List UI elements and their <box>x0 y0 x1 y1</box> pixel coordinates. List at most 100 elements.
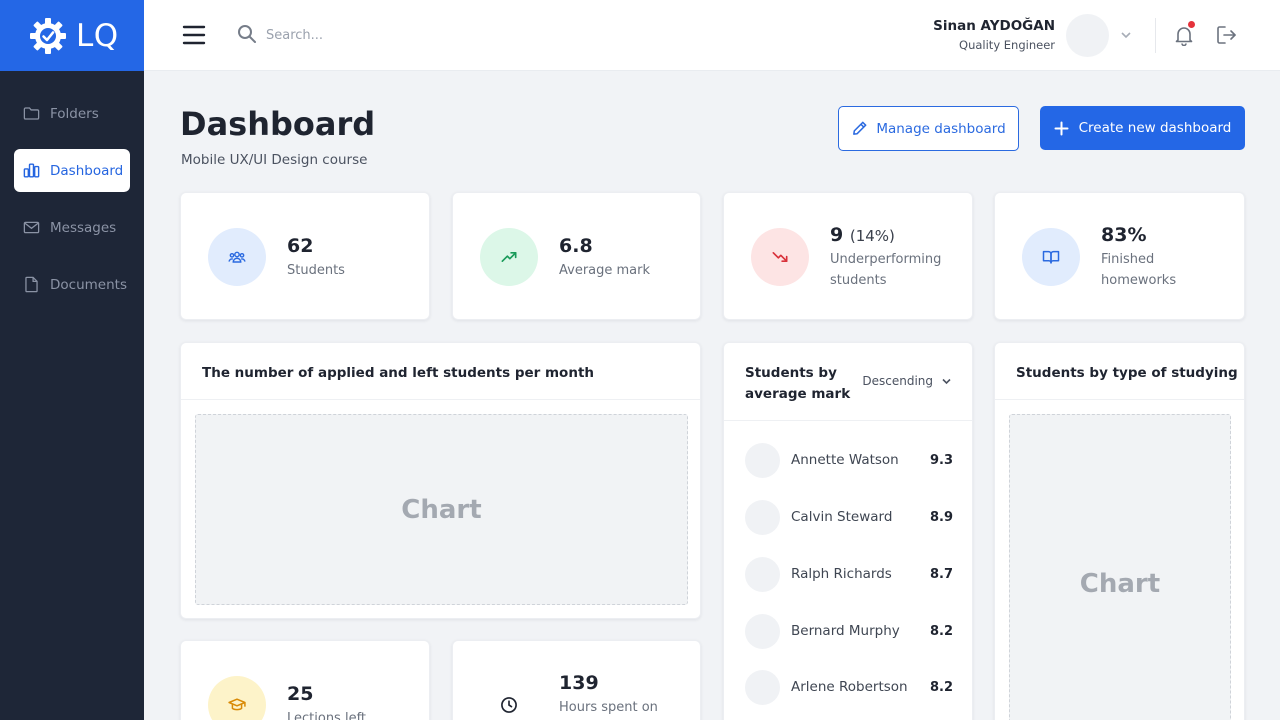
student-mark: 8.2 <box>929 623 953 639</box>
gear-check-icon <box>30 17 66 54</box>
stat-card-hours: 139 Hours spent on <box>452 640 701 720</box>
student-name: Calvin Steward <box>791 509 893 525</box>
stat-icon-bg <box>480 676 538 720</box>
users-icon <box>228 251 246 263</box>
chevron-down-icon <box>942 378 951 384</box>
manage-dashboard-label: Manage dashboard <box>876 120 1006 137</box>
plus-icon <box>1054 121 1069 135</box>
avatar <box>745 669 780 705</box>
divider <box>724 420 972 421</box>
list-item[interactable]: Calvin Steward 8.9 <box>745 499 953 535</box>
stat-value: 62 <box>287 235 314 257</box>
stat-icon-bg <box>480 228 538 286</box>
study-type-chart-card: Students by type of studying Chart <box>994 342 1245 720</box>
clock-icon <box>501 697 517 713</box>
sidebar-item-dashboard[interactable]: Dashboard <box>14 149 130 192</box>
logout-icon[interactable] <box>1216 25 1238 45</box>
divider <box>995 399 1244 400</box>
sidebar-item-label: Documents <box>50 276 127 293</box>
sidebar-item-folders[interactable]: Folders <box>14 92 130 135</box>
book-icon <box>1042 250 1060 264</box>
chart-placeholder: Chart <box>1009 414 1231 720</box>
card-title: Students by average mark <box>745 365 851 402</box>
applied-students-chart-card: The number of applied and left students … <box>180 342 701 619</box>
stat-card-average-mark: 6.8 Average mark <box>452 192 701 320</box>
stat-icon-bg <box>208 676 266 720</box>
list-item[interactable]: Ralph Richards 8.7 <box>745 556 953 592</box>
students-by-mark-card: Students by average mark Descending Anne… <box>723 342 973 720</box>
stat-value: 25 <box>287 683 314 705</box>
search-input[interactable] <box>266 22 526 48</box>
user-name: Sinan AYDOĞAN <box>933 18 1055 34</box>
stat-percent: (14%) <box>849 227 895 245</box>
sort-label: Descending <box>862 374 933 388</box>
student-mark: 8.7 <box>929 566 953 582</box>
student-mark: 9.3 <box>929 452 953 468</box>
card-title: The number of applied and left students … <box>202 365 595 381</box>
divider <box>1155 18 1156 53</box>
stat-label: Finished homeworks <box>1101 252 1177 288</box>
chart-placeholder: Chart <box>195 414 688 605</box>
sidebar-item-documents[interactable]: Documents <box>14 263 130 306</box>
stat-label: Average mark <box>559 263 651 278</box>
list-item[interactable]: Arlene Robertson 8.2 <box>745 669 953 705</box>
stat-label: Lections left <box>287 711 367 720</box>
document-icon <box>25 276 38 293</box>
sidebar-item-messages[interactable]: Messages <box>14 206 130 249</box>
student-name: Annette Watson <box>791 452 899 468</box>
avatar <box>745 556 780 592</box>
avatar <box>745 442 780 478</box>
divider <box>181 399 700 400</box>
card-title: Students by type of studying <box>1016 365 1238 381</box>
logo[interactable]: LQ <box>0 0 144 71</box>
trending-up-icon <box>501 252 517 262</box>
list-item[interactable]: Annette Watson 9.3 <box>745 442 953 478</box>
chevron-down-icon[interactable] <box>1119 28 1133 42</box>
logo-text: LQ <box>76 17 119 54</box>
sort-select[interactable]: Descending <box>862 374 952 388</box>
stat-value: 6.8 <box>559 235 593 257</box>
folder-icon <box>23 107 40 120</box>
student-name: Arlene Robertson <box>791 679 908 695</box>
stat-label: Underperforming students <box>830 252 942 288</box>
user-role: Quality Engineer <box>959 38 1055 52</box>
top-bar: Sinan AYDOĞAN Quality Engineer <box>144 0 1280 71</box>
stat-icon-bg <box>1022 228 1080 286</box>
student-name: Ralph Richards <box>791 566 892 582</box>
manage-dashboard-button[interactable]: Manage dashboard <box>838 106 1019 151</box>
pencil-icon <box>853 121 867 135</box>
stat-label: Hours spent on <box>559 700 658 715</box>
graduation-cap-icon <box>228 698 246 711</box>
stat-card-lections: 25 Lections left <box>180 640 430 720</box>
avatar <box>745 613 780 649</box>
stat-label: Students <box>287 263 345 278</box>
bar-chart-icon <box>23 163 40 178</box>
student-mark: 8.2 <box>929 679 953 695</box>
sidebar-item-label: Folders <box>50 105 99 122</box>
sidebar: LQ Folders Dashboard Messages Documents <box>0 0 144 720</box>
stat-card-students: 62 Students <box>180 192 430 320</box>
notification-dot <box>1188 21 1195 28</box>
stat-value: 83% <box>1101 224 1147 246</box>
sidebar-item-label: Messages <box>50 219 117 236</box>
stat-card-homeworks: 83% Finished homeworks <box>994 192 1245 320</box>
stat-value: 9 (14%) <box>830 224 895 246</box>
hamburger-menu-icon[interactable] <box>182 24 206 46</box>
stat-value: 139 <box>559 672 599 694</box>
create-dashboard-button[interactable]: Create new dashboard <box>1040 106 1245 150</box>
stat-card-underperforming: 9 (14%) Underperforming students <box>723 192 973 320</box>
trending-down-icon <box>772 252 788 262</box>
sidebar-nav: Folders Dashboard Messages Documents <box>0 71 144 306</box>
search-icon <box>238 25 256 43</box>
list-item[interactable]: Bernard Murphy 8.2 <box>745 613 953 649</box>
page-subtitle: Mobile UX/UI Design course <box>181 152 368 168</box>
student-mark: 8.9 <box>929 509 953 525</box>
avatar <box>745 499 780 535</box>
avatar[interactable] <box>1066 14 1109 57</box>
stat-number: 9 <box>830 224 844 246</box>
sidebar-item-label: Dashboard <box>50 162 124 179</box>
create-dashboard-label: Create new dashboard <box>1078 120 1232 136</box>
stat-icon-bg <box>208 228 266 286</box>
page-title: Dashboard <box>180 105 376 143</box>
stat-icon-bg <box>751 228 809 286</box>
